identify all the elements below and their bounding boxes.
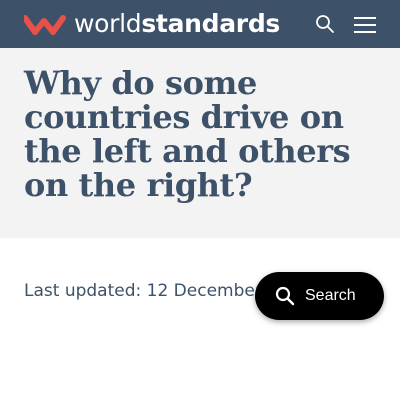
header-search-button[interactable] [313, 12, 337, 36]
logo-text: worldstandards [74, 9, 280, 39]
logo-text-light: world [74, 9, 142, 38]
hamburger-menu-icon [354, 17, 376, 19]
article-hero: Why do some countries drive on the left … [0, 48, 400, 238]
search-icon [275, 286, 295, 306]
search-button-label: Search [305, 287, 356, 304]
site-logo[interactable]: worldstandards [24, 9, 280, 39]
logo-mark-icon [24, 15, 66, 35]
search-icon [316, 15, 334, 33]
hamburger-menu-button[interactable] [352, 14, 378, 34]
last-updated-text: Last updated: 12 December 2 [24, 281, 279, 301]
page-title: Why do some countries drive on the left … [24, 64, 351, 204]
site-header: worldstandards [0, 0, 400, 48]
hamburger-menu-icon [354, 24, 376, 26]
floating-search-button[interactable]: Search [255, 272, 384, 320]
hamburger-menu-icon [354, 31, 376, 33]
logo-text-bold: standards [141, 9, 281, 38]
